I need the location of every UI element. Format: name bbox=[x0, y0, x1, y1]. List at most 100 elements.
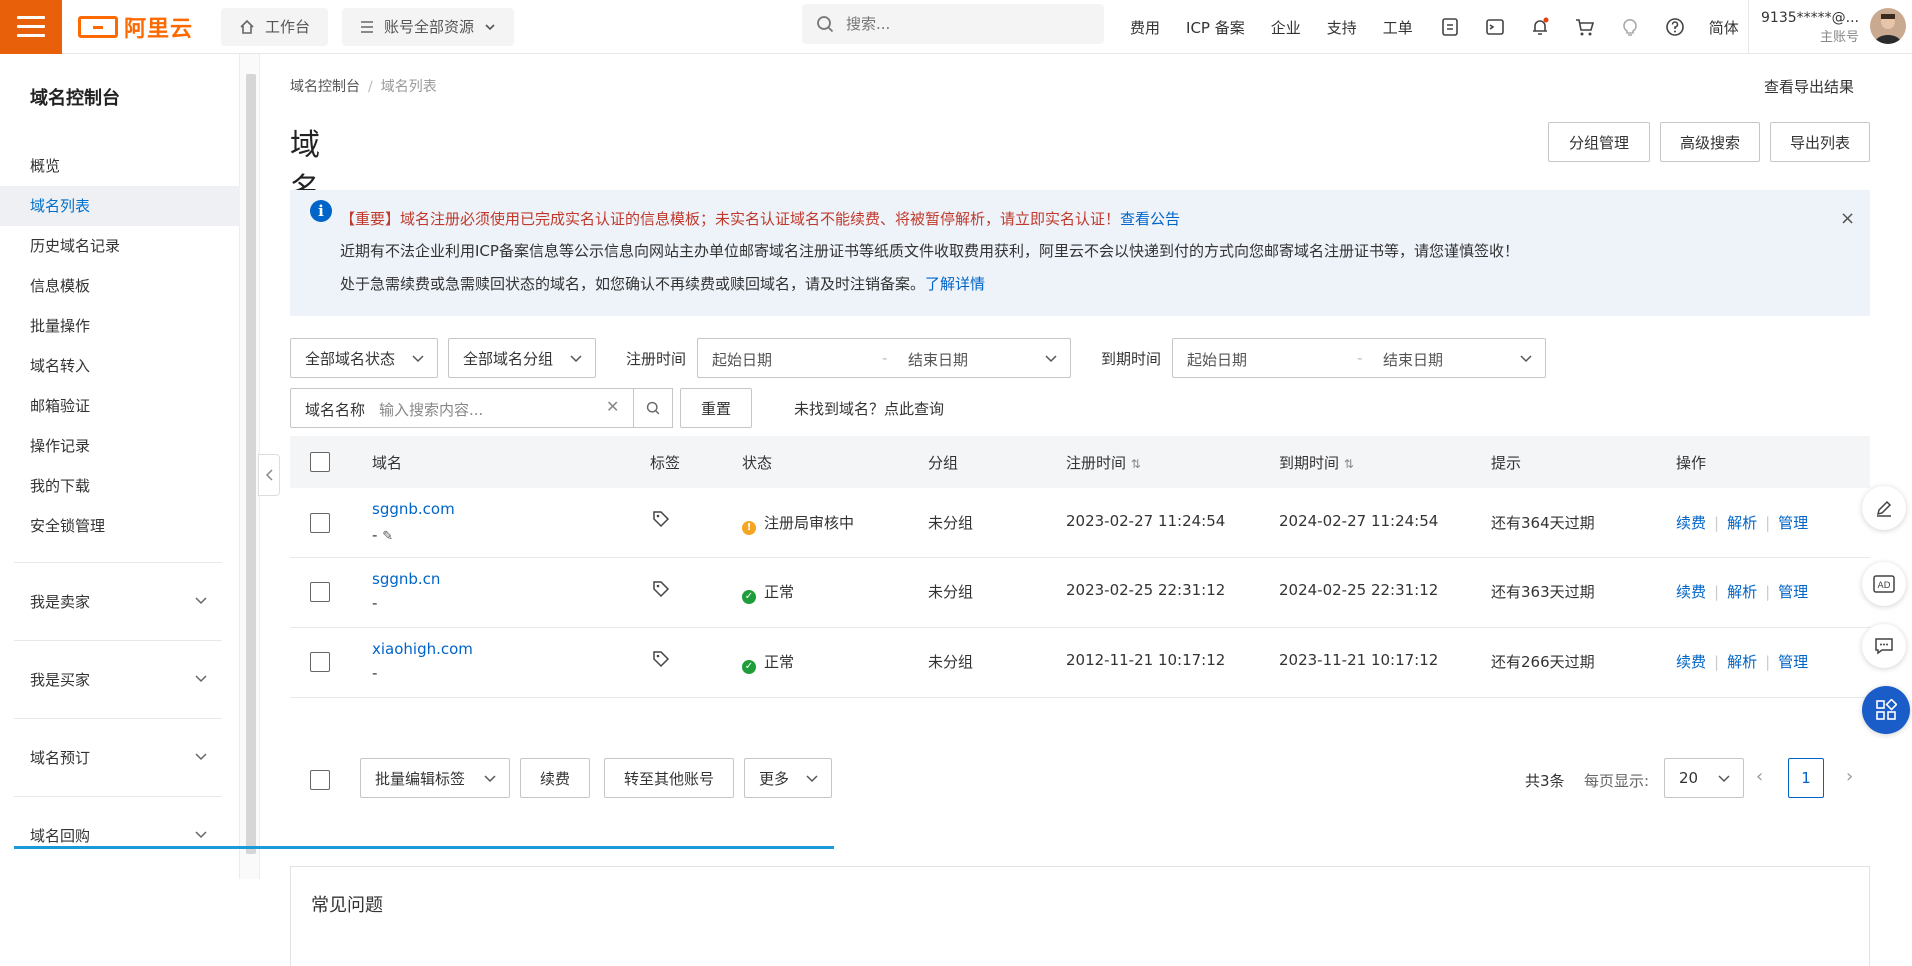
next-page-icon[interactable]: › bbox=[1846, 766, 1853, 787]
header-reg-time[interactable]: 注册时间 ⇅ bbox=[1066, 452, 1141, 473]
cart-icon[interactable] bbox=[1574, 16, 1596, 38]
warning-icon: ! bbox=[742, 521, 756, 535]
per-page-select[interactable]: 20 bbox=[1664, 758, 1744, 798]
language-switch[interactable]: 简体 bbox=[1709, 17, 1739, 38]
more-actions-dropdown[interactable]: 更多 bbox=[744, 758, 832, 798]
sidebar-group-reserve[interactable]: 域名预订 bbox=[14, 718, 222, 796]
search-icon bbox=[646, 401, 660, 415]
bulk-renew-button[interactable]: 续费 bbox=[520, 758, 590, 798]
sidebar-group-seller[interactable]: 我是卖家 bbox=[14, 562, 222, 640]
export-list-button[interactable]: 导出列表 bbox=[1770, 122, 1870, 162]
domain-link[interactable]: sggnb.cn bbox=[372, 570, 440, 588]
top-link-tickets[interactable]: 工单 bbox=[1383, 17, 1413, 38]
workbench-button[interactable]: 工作台 bbox=[221, 7, 329, 46]
sidebar-item-email-verify[interactable]: 邮箱验证 bbox=[0, 386, 240, 426]
group-manage-button[interactable]: 分组管理 bbox=[1548, 122, 1650, 162]
top-link-billing[interactable]: 费用 bbox=[1130, 17, 1160, 38]
sidebar-item-domain-list[interactable]: 域名列表 bbox=[0, 186, 240, 226]
apps-icon[interactable] bbox=[1862, 686, 1910, 734]
sidebar-group-buyback[interactable]: 域名回购 bbox=[14, 796, 222, 874]
dns-link[interactable]: 解析 bbox=[1727, 514, 1757, 532]
account-menu[interactable]: 9135*****@... 主账号 bbox=[1748, 0, 1859, 54]
exp-end-date[interactable]: 结束日期 bbox=[1383, 349, 1443, 370]
manage-link[interactable]: 管理 bbox=[1778, 514, 1808, 532]
select-all-checkbox[interactable] bbox=[310, 452, 330, 472]
chat-icon[interactable] bbox=[1862, 624, 1906, 668]
tag-icon[interactable] bbox=[652, 650, 670, 672]
page-number-button[interactable]: 1 bbox=[1788, 758, 1824, 798]
transfer-account-button[interactable]: 转至其他账号 bbox=[604, 758, 734, 798]
export-result-link[interactable]: 查看导出结果 bbox=[1764, 76, 1854, 97]
header-exp-time[interactable]: 到期时间 ⇅ bbox=[1279, 452, 1354, 473]
row-checkbox[interactable] bbox=[310, 513, 330, 533]
top-link-icp[interactable]: ICP 备案 bbox=[1186, 17, 1245, 38]
edit-feedback-icon[interactable] bbox=[1862, 486, 1906, 530]
bulk-select-checkbox[interactable] bbox=[310, 770, 330, 790]
sidebar-scrollbar[interactable] bbox=[246, 74, 256, 854]
exp-time-cell: 2024-02-27 11:24:54 bbox=[1279, 512, 1439, 530]
bell-icon[interactable] bbox=[1529, 16, 1551, 38]
top-link-support[interactable]: 支持 bbox=[1327, 17, 1357, 38]
renew-link[interactable]: 续费 bbox=[1676, 514, 1706, 532]
faq-title: 常见问题 bbox=[311, 895, 383, 916]
dns-link[interactable]: 解析 bbox=[1727, 583, 1757, 601]
reset-button[interactable]: 重置 bbox=[680, 388, 752, 428]
notice-details-link[interactable]: 了解详情 bbox=[925, 275, 985, 293]
top-link-enterprise[interactable]: 企业 bbox=[1271, 17, 1301, 38]
tip-cell: 还有364天过期 bbox=[1491, 514, 1595, 532]
row-checkbox[interactable] bbox=[310, 652, 330, 672]
search-button[interactable] bbox=[633, 388, 673, 428]
sidebar-item-history[interactable]: 历史域名记录 bbox=[0, 226, 240, 266]
status-filter-select[interactable]: 全部域名状态 bbox=[290, 338, 438, 378]
sidebar-group-buyer[interactable]: 我是买家 bbox=[14, 640, 222, 718]
close-icon[interactable]: × bbox=[1840, 208, 1855, 229]
sidebar-item-transfer-in[interactable]: 域名转入 bbox=[0, 346, 240, 386]
clear-icon[interactable]: ✕ bbox=[606, 397, 619, 416]
reg-end-date[interactable]: 结束日期 bbox=[908, 349, 968, 370]
row-checkbox[interactable] bbox=[310, 582, 330, 602]
manage-link[interactable]: 管理 bbox=[1778, 653, 1808, 671]
reg-time-range-picker[interactable]: 起始日期 - 结束日期 bbox=[697, 338, 1071, 378]
dns-link[interactable]: 解析 bbox=[1727, 653, 1757, 671]
prev-page-icon[interactable]: ‹ bbox=[1756, 766, 1763, 787]
sidebar-collapse-button[interactable] bbox=[258, 454, 280, 496]
sidebar-item-batch[interactable]: 批量操作 bbox=[0, 306, 240, 346]
sidebar-item-templates[interactable]: 信息模板 bbox=[0, 266, 240, 306]
tag-icon[interactable] bbox=[652, 510, 670, 532]
renew-link[interactable]: 续费 bbox=[1676, 653, 1706, 671]
sidebar-item-downloads[interactable]: 我的下载 bbox=[0, 466, 240, 506]
notice-announcement-link[interactable]: 查看公告 bbox=[1120, 210, 1180, 228]
lightbulb-icon[interactable] bbox=[1619, 16, 1641, 38]
domain-name-input[interactable]: 输入搜索内容... bbox=[379, 399, 483, 420]
domain-lookup-link[interactable]: 未找到域名？点此查询 bbox=[794, 398, 944, 419]
sidebar-item-operation-log[interactable]: 操作记录 bbox=[0, 426, 240, 466]
breadcrumb-root[interactable]: 域名控制台 bbox=[290, 79, 360, 95]
bulk-tag-dropdown[interactable]: 批量编辑标签 bbox=[360, 758, 510, 798]
list-icon bbox=[361, 20, 374, 33]
hamburger-menu-button[interactable] bbox=[0, 0, 62, 54]
renew-link[interactable]: 续费 bbox=[1676, 583, 1706, 601]
reg-start-date[interactable]: 起始日期 bbox=[712, 349, 772, 370]
sidebar-item-overview[interactable]: 概览 bbox=[0, 146, 240, 186]
sidebar-item-security-lock[interactable]: 安全锁管理 bbox=[0, 506, 240, 546]
sidebar-group-label: 域名预订 bbox=[30, 749, 91, 767]
exp-start-date[interactable]: 起始日期 bbox=[1187, 349, 1247, 370]
resources-dropdown[interactable]: 账号全部资源 bbox=[342, 7, 515, 46]
edit-icon[interactable]: ✎ bbox=[382, 529, 393, 544]
group-filter-select[interactable]: 全部域名分组 bbox=[448, 338, 596, 378]
aliyun-logo[interactable]: 阿里云 bbox=[78, 0, 193, 54]
ad-icon[interactable]: AD bbox=[1862, 562, 1906, 606]
status-text: 正常 bbox=[764, 583, 795, 601]
tag-icon[interactable] bbox=[652, 580, 670, 602]
help-icon[interactable] bbox=[1664, 16, 1686, 38]
avatar[interactable] bbox=[1870, 8, 1906, 44]
terminal-icon[interactable] bbox=[1484, 16, 1506, 38]
domain-link[interactable]: xiaohigh.com bbox=[372, 640, 473, 658]
advanced-search-button[interactable]: 高级搜索 bbox=[1660, 122, 1760, 162]
domain-link[interactable]: sggnb.com bbox=[372, 500, 455, 518]
global-search-input[interactable] bbox=[846, 15, 1066, 33]
exp-time-range-picker[interactable]: 起始日期 - 结束日期 bbox=[1172, 338, 1546, 378]
document-icon[interactable] bbox=[1439, 16, 1461, 38]
global-search-box[interactable] bbox=[802, 4, 1104, 44]
manage-link[interactable]: 管理 bbox=[1778, 583, 1808, 601]
